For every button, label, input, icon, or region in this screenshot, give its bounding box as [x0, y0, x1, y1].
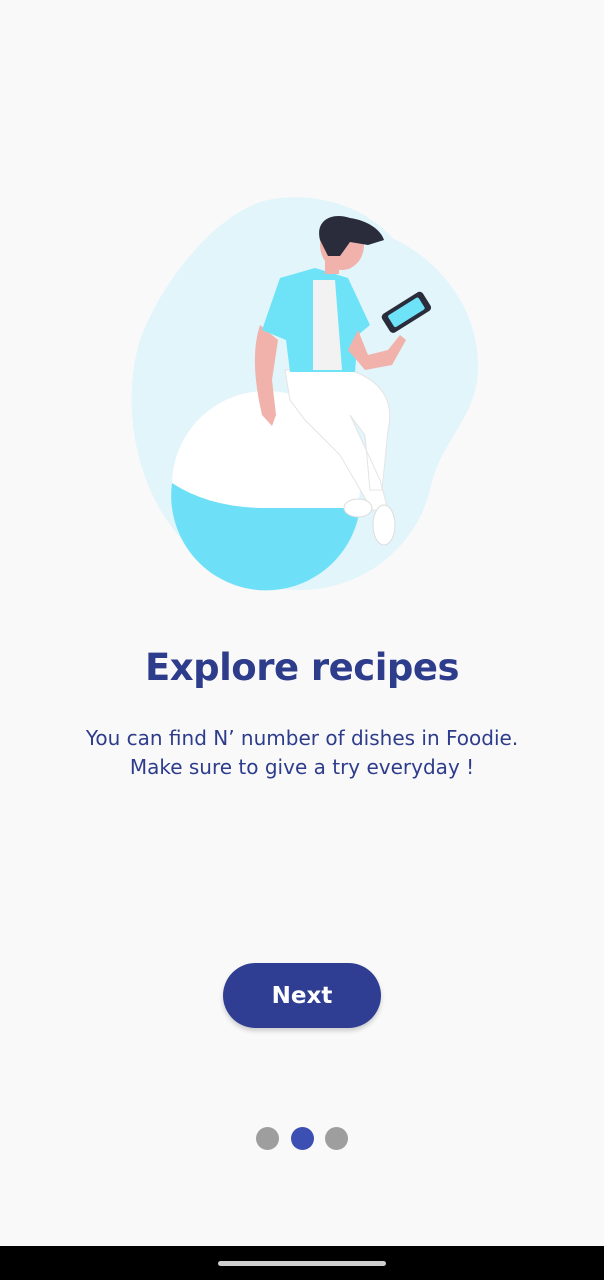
page-indicator-dot-1[interactable] [256, 1127, 279, 1150]
system-navigation-bar [0, 1246, 604, 1280]
page-description: You can find N’ number of dishes in Food… [40, 724, 564, 782]
home-indicator[interactable] [218, 1261, 386, 1266]
person-shoe-2 [372, 504, 396, 546]
person-shoe-1 [343, 498, 373, 518]
next-button[interactable]: Next [223, 963, 381, 1028]
description-line-2: Make sure to give a try everyday ! [129, 755, 475, 779]
onboarding-illustration [131, 197, 479, 591]
page-indicator-dot-2-active[interactable] [290, 1127, 314, 1150]
onboarding-screen: Explore recipes You can find N’ number o… [0, 0, 604, 1246]
page-title: Explore recipes [144, 646, 460, 689]
page-indicator-dot-3[interactable] [325, 1127, 348, 1150]
description-line-1: You can find N’ number of dishes in Food… [85, 726, 519, 750]
page-indicator [256, 1127, 348, 1151]
